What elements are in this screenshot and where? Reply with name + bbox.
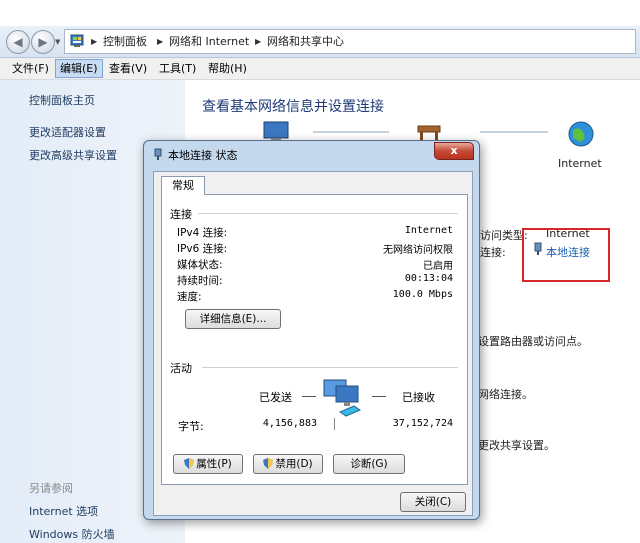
media-state-value: 已启用 [423, 261, 453, 272]
address-bar-area: ◀ ▶ ▼ ▶ 控制面板 ▶ 网络和 Internet ▶ 网络和共享中心 [0, 26, 640, 58]
received-label: 已接收 [402, 391, 435, 404]
general-panel: 连接 IPv4 连接: Internet IPv6 连接: 无网络访问权限 媒体… [161, 194, 468, 485]
forward-arrow-icon: ▶ [38, 35, 48, 49]
see-also-heading: 另请参阅 [29, 482, 73, 495]
sent-label: 已发送 [259, 391, 292, 404]
tab-general[interactable]: 常规 [161, 176, 205, 195]
dialog-body: 常规 连接 IPv4 连接: Internet IPv6 连接: 无网络访问权限… [153, 171, 473, 516]
bytes-sent-value: 4,156,883 [262, 418, 317, 429]
sidebar-home-link[interactable]: 控制面板主页 [29, 92, 95, 108]
speed-value: 100.0 Mbps [392, 289, 453, 300]
ipv6-label: IPv6 连接: [177, 243, 228, 255]
group-divider [198, 213, 458, 214]
ipv6-value: 无网络访问权限 [383, 245, 453, 256]
menu-help[interactable]: 帮助(H) [204, 60, 251, 77]
internet-label: Internet [558, 157, 602, 170]
sidebar-item-adapter-settings[interactable]: 更改适配器设置 [29, 124, 106, 140]
properties-button-label: 属性(P) [196, 458, 232, 470]
dialog-title: 本地连接 状态 [168, 149, 238, 162]
forward-button[interactable]: ▶ [31, 30, 55, 54]
sent-dash [302, 396, 316, 397]
breadcrumb-separator-icon: ▶ [91, 37, 98, 46]
close-button[interactable]: 关闭(C) [400, 492, 466, 512]
disable-button-label: 禁用(D) [275, 458, 313, 470]
activity-group-label: 活动 [170, 362, 192, 375]
sidebar-item-internet-options[interactable]: Internet 选项 [29, 503, 98, 519]
breadcrumb-separator-icon: ▶ [157, 37, 164, 46]
back-arrow-icon: ◀ [13, 35, 23, 49]
recent-pages-icon[interactable]: ▼ [55, 38, 60, 46]
sharing-settings-text: 更改共享设置。 [478, 439, 555, 452]
page-title: 查看基本网络信息并设置连接 [202, 99, 384, 115]
menu-bar: 文件(F) 编辑(E) 查看(V) 工具(T) 帮助(H) [0, 58, 640, 80]
details-button[interactable]: 详细信息(E)... [185, 309, 281, 329]
speed-label: 速度: [177, 291, 202, 303]
dialog-close-button[interactable]: x [434, 142, 474, 160]
uac-shield-icon [263, 458, 274, 469]
breadcrumb-network-internet[interactable]: 网络和 Internet [169, 30, 249, 53]
ipv4-value: Internet [404, 225, 453, 236]
sidebar-item-advanced-sharing[interactable]: 更改高级共享设置 [29, 147, 117, 163]
menu-view[interactable]: 查看(V) [105, 60, 151, 77]
connection-status-dialog: 本地连接 状态 x 常规 连接 IPv4 连接: Internet IPv6 连… [143, 140, 480, 520]
menu-file[interactable]: 文件(F) [8, 60, 53, 77]
bytes-divider [334, 418, 335, 430]
uac-shield-icon [184, 458, 195, 469]
network-connection-text: 网络连接。 [478, 388, 533, 401]
internet-globe-icon [568, 121, 594, 147]
address-field[interactable]: ▶ 控制面板 ▶ 网络和 Internet ▶ 网络和共享中心 [64, 29, 636, 54]
duration-value: 00:13:04 [404, 273, 453, 284]
network-line [313, 131, 389, 133]
ipv4-label: IPv4 连接: [177, 227, 228, 239]
group-divider [202, 367, 458, 368]
control-panel-icon [70, 34, 84, 47]
network-line [480, 131, 548, 133]
breadcrumb-separator-icon: ▶ [255, 37, 262, 46]
breadcrumb-control-panel[interactable]: 控制面板 [103, 30, 147, 53]
duration-label: 持续时间: [177, 275, 223, 287]
diagnose-button[interactable]: 诊断(G) [333, 454, 405, 474]
network-plug-icon [154, 148, 162, 160]
menu-edit[interactable]: 编辑(E) [55, 59, 103, 78]
highlight-box [522, 228, 610, 282]
sidebar-item-windows-firewall[interactable]: Windows 防火墙 [29, 526, 115, 542]
back-button[interactable]: ◀ [6, 30, 30, 54]
media-state-label: 媒体状态: [177, 259, 223, 271]
connection-group-label: 连接 [170, 208, 192, 221]
received-dash [372, 396, 386, 397]
bytes-label: 字节: [178, 420, 204, 433]
properties-button[interactable]: 属性(P) [173, 454, 243, 474]
setup-router-text: 设置路由器或访问点。 [478, 335, 588, 348]
network-activity-icon [323, 379, 362, 417]
menu-tools[interactable]: 工具(T) [155, 60, 200, 77]
connection-label: 连接: [480, 246, 506, 259]
disable-button[interactable]: 禁用(D) [253, 454, 323, 474]
access-type-label: 访问类型: [480, 229, 528, 242]
bytes-received-value: 37,152,724 [392, 418, 453, 429]
breadcrumb-network-sharing-center[interactable]: 网络和共享中心 [267, 30, 344, 53]
